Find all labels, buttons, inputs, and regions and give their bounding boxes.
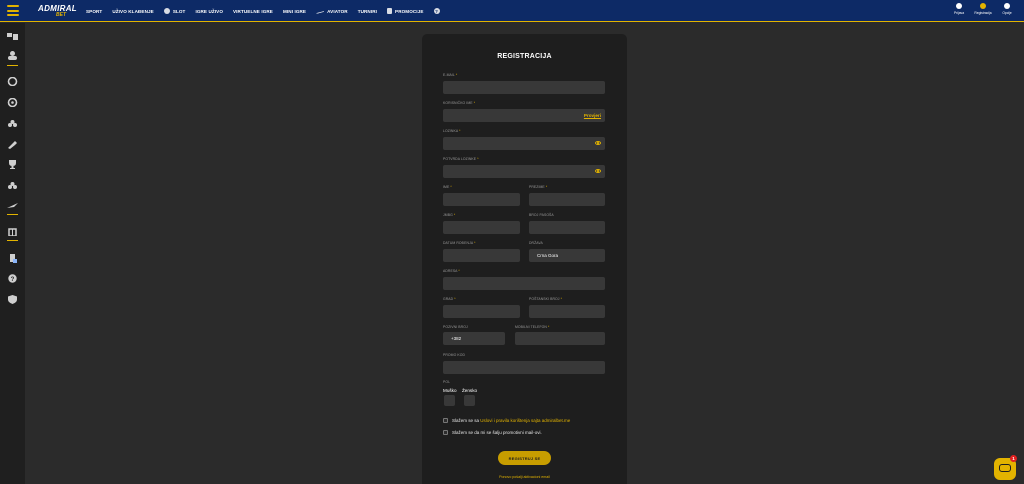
last-name-label: PREZIME * [529, 185, 548, 189]
sidebar-divider [7, 214, 18, 215]
sidebar-mini-games-icon[interactable] [7, 136, 18, 149]
svg-text:?: ? [11, 277, 15, 283]
birth-date-label: DATUM ROĐENJA * [443, 241, 476, 245]
country-select[interactable]: Crna Gora [529, 249, 605, 262]
password-field[interactable] [443, 137, 605, 150]
shield-icon[interactable] [7, 291, 18, 304]
gender-female-label: Žensko [462, 388, 478, 393]
gender-label: POL [443, 380, 451, 384]
register-button[interactable]: Registracija [974, 3, 992, 15]
sidebar-casino-icon[interactable] [7, 94, 18, 108]
chat-button[interactable]: 1 [994, 455, 1017, 480]
address-field[interactable] [443, 277, 605, 290]
sidebar-live-icon[interactable] [7, 47, 18, 60]
sidebar-sport-icon[interactable] [7, 28, 18, 40]
main-nav: SPORT UŽIVO KLAĐENJE SLOT IGRE UŽIVO VIR… [86, 0, 450, 22]
account-actions: Prijava Registracija Opcije [950, 3, 1016, 15]
password-confirm-field[interactable] [443, 165, 605, 178]
email-label: E-MAIL * [443, 73, 458, 77]
resend-activation-link[interactable]: Ponovo pošalji aktivacioni email [422, 475, 627, 479]
username-label: KORISNIČKO IME * [443, 101, 476, 105]
gender-male-label: Muško [443, 388, 457, 393]
passport-field[interactable] [529, 221, 605, 234]
nav-uzivo-kladjenje[interactable]: UŽIVO KLAĐENJE [112, 9, 153, 14]
nav-slot[interactable]: SLOT [163, 8, 186, 14]
gear-icon [1004, 3, 1010, 9]
register-submit-button[interactable]: REGISTRUJ SE [498, 451, 551, 465]
first-name-label: IME * [443, 185, 452, 189]
terms-checkbox[interactable] [443, 418, 448, 423]
page-title: REGISTRACIJA [497, 53, 552, 60]
gift-icon [387, 8, 393, 14]
nav-help[interactable]: ? [433, 8, 440, 14]
nav-promocije[interactable]: PROMOCIJE [387, 8, 423, 14]
city-field[interactable] [443, 305, 520, 318]
country-label: DRŽAVA [529, 241, 543, 245]
dial-code-label: POZIVNI BROJ [443, 325, 468, 329]
add-user-icon [980, 3, 986, 9]
terms-link[interactable]: Uslovi i pravila korištenja sajta admira… [480, 418, 570, 423]
gender-female-option[interactable] [464, 395, 475, 406]
login-button[interactable]: Prijava [950, 3, 968, 15]
terms-text: Slažem se sa Uslovi i pravila korištenja… [452, 418, 571, 423]
phone-field[interactable] [515, 332, 605, 345]
nav-turniri[interactable]: TURNIRI [358, 9, 377, 14]
sidebar-divider [7, 65, 18, 66]
sidebar-slot-icon[interactable] [7, 73, 18, 87]
admiral-bet-logo[interactable]: ADMIRAL BET [38, 4, 77, 18]
nav-sport[interactable]: SPORT [86, 9, 102, 14]
city-label: GRAD * [443, 297, 456, 301]
plane-icon [315, 8, 325, 14]
password-confirm-label: POTVRDA LOZINKE * [443, 157, 479, 161]
chat-icon [999, 464, 1011, 472]
postal-field[interactable] [529, 305, 605, 318]
promo-mail-text: Slažem se da mi se šalju promotivni mail… [452, 430, 542, 435]
options-button[interactable]: Opcije [998, 3, 1016, 15]
phone-label: MOBILNI TELEFON * [515, 325, 550, 329]
check-username-link[interactable]: Provjeri [584, 113, 601, 118]
email-field[interactable] [443, 81, 605, 94]
nav-aviator[interactable]: AVIATOR [315, 8, 348, 14]
sidebar-tournaments-icon[interactable] [7, 177, 18, 189]
user-icon [956, 3, 962, 9]
birth-date-field[interactable] [443, 249, 520, 262]
chat-badge: 1 [1010, 455, 1017, 462]
first-name-field[interactable] [443, 193, 520, 206]
nav-igre-uzivo[interactable]: IGRE UŽIVO [195, 9, 223, 14]
sidebar-virtual-icon[interactable] [7, 115, 18, 127]
promo-mail-checkbox[interactable] [443, 430, 448, 435]
sidebar: ? [0, 23, 25, 484]
dial-code-select[interactable]: +382 [443, 332, 505, 345]
promo-code-field[interactable] [443, 361, 605, 374]
jmbg-field[interactable] [443, 221, 520, 234]
help-icon: ? [433, 8, 440, 14]
promo-code-label: PROMO KOD [443, 353, 465, 357]
chip-icon [163, 8, 170, 14]
nav-mini-igre[interactable]: MINI IGRE [283, 9, 306, 14]
sidebar-divider [7, 240, 18, 241]
jmbg-label: JMBG * [443, 213, 456, 217]
document-icon[interactable] [7, 250, 18, 263]
trophy-icon[interactable] [7, 156, 18, 169]
nav-virtuelne-igre[interactable]: VIRTUELNE IGRE [233, 9, 273, 14]
username-field[interactable]: Provjeri [443, 109, 605, 122]
last-name-field[interactable] [529, 193, 605, 206]
menu-icon[interactable] [7, 5, 19, 16]
postal-label: POŠTANSKI BROJ * [529, 297, 563, 301]
passport-label: BROJ PASOŠA [529, 213, 554, 217]
gender-male-option[interactable] [444, 395, 455, 406]
plane-icon[interactable] [7, 197, 18, 208]
gift-icon[interactable] [7, 223, 18, 237]
eye-icon[interactable] [595, 141, 601, 145]
eye-icon[interactable] [595, 169, 601, 173]
address-label: ADRESA * [443, 269, 460, 273]
help-icon[interactable]: ? [7, 270, 18, 283]
password-label: LOZINKA * [443, 129, 461, 133]
top-navigation-bar: ADMIRAL BET SPORT UŽIVO KLAĐENJE SLOT IG… [0, 0, 1024, 22]
